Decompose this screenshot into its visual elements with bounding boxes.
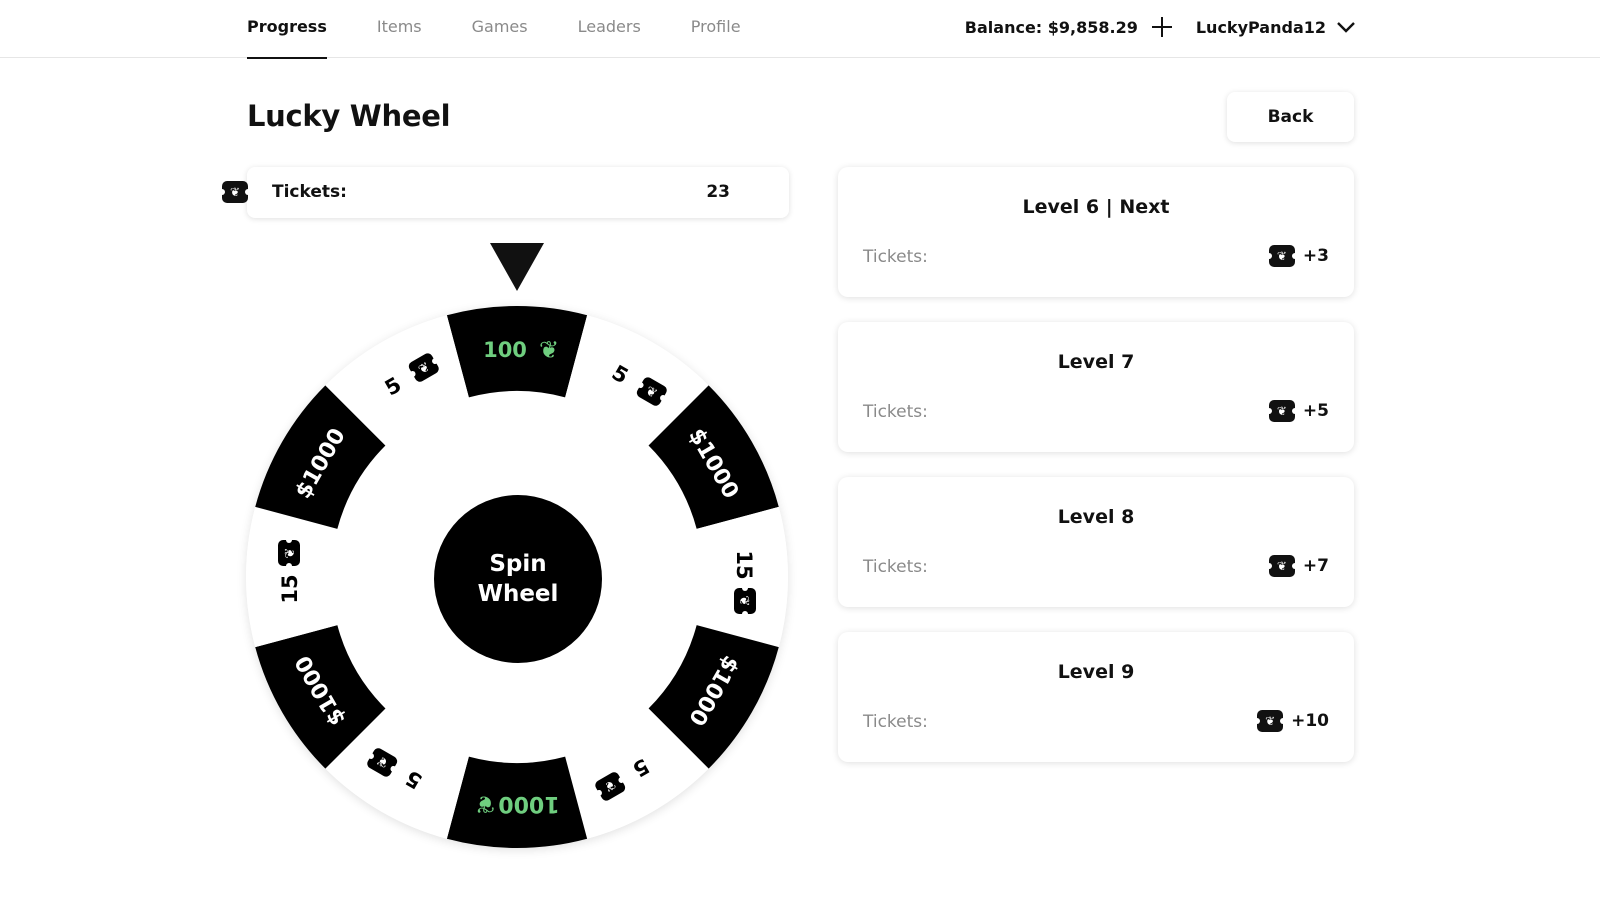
nav-profile[interactable]: Profile — [691, 0, 741, 58]
level-title: Level 6 | Next — [1022, 196, 1170, 218]
ticket-icon: ❦ — [734, 585, 756, 617]
username: LuckyPanda12 — [1195, 17, 1326, 37]
level-reward: ❦ +7 — [1265, 555, 1329, 577]
level-reward: ❦ +5 — [1265, 400, 1329, 422]
ticket-icon: ❦ — [1265, 245, 1298, 267]
level-reward-value: +5 — [1302, 401, 1329, 421]
ticket-icon: ❦ — [278, 537, 300, 569]
ticket-icon: ❦ — [1265, 555, 1298, 577]
level-reward: ❦ +10 — [1254, 710, 1329, 732]
leaf-icon: ❦ — [475, 790, 495, 818]
add-funds-plus-icon[interactable] — [1150, 15, 1174, 39]
ticket-icon: ❦ — [1265, 400, 1298, 422]
back-button[interactable]: Back — [1227, 92, 1354, 142]
level-reward-value: +10 — [1291, 711, 1329, 731]
level-reward-value: +3 — [1302, 246, 1329, 266]
svg-text:❦: ❦ — [283, 548, 298, 559]
nav-games[interactable]: Games — [472, 0, 528, 58]
wheel-segment-label-group: 100 ❦ — [483, 336, 559, 364]
wheel-segment-label-group: 1000❦ — [475, 790, 560, 818]
wheel-segment-label: 15 — [278, 574, 302, 603]
account-area: Balance: $9,858.29 LuckyPanda12 — [965, 0, 1356, 54]
spin-label-line2: Wheel — [477, 581, 559, 607]
top-nav-bar: Progress Items Games Leaders Profile Bal… — [0, 0, 1600, 59]
level-reward: ❦ +3 — [1265, 245, 1329, 267]
level-card: Level 6 | Next Tickets: ❦ +3 — [838, 167, 1354, 297]
tickets-summary: Tickets: 23 ❦ — [219, 167, 789, 218]
main-nav: Progress Items Games Leaders Profile — [247, 0, 791, 59]
page-title: Lucky Wheel — [247, 99, 451, 133]
spin-wheel-button[interactable]: Spin Wheel — [434, 495, 602, 663]
nav-leaders[interactable]: Leaders — [578, 0, 641, 58]
spin-label-line1: Spin — [489, 551, 547, 577]
level-tickets-label: Tickets: — [863, 712, 928, 732]
svg-text:❦: ❦ — [736, 596, 751, 607]
user-menu[interactable]: LuckyPanda12 — [1196, 18, 1356, 37]
wheel-segment-label: 100 — [483, 338, 527, 362]
level-tickets-label: Tickets: — [863, 247, 928, 267]
tickets-label: Tickets: — [272, 182, 347, 202]
nav-progress[interactable]: Progress — [247, 0, 327, 59]
leaf-icon: ❦ — [539, 336, 559, 364]
tickets-count: 23 — [706, 182, 730, 202]
chevron-down-icon — [1337, 22, 1355, 33]
level-reward-value: +7 — [1302, 556, 1329, 576]
level-card: Level 8 Tickets: ❦ +7 — [838, 477, 1354, 607]
ticket-icon: ❦ — [219, 181, 251, 203]
wheel-segment-label: 15 — [732, 550, 756, 579]
level-title: Level 7 — [1057, 351, 1135, 373]
wheel-pointer-icon — [490, 243, 544, 291]
level-card: Level 7 Tickets: ❦ +5 — [838, 322, 1354, 452]
level-tickets-label: Tickets: — [863, 402, 928, 422]
ticket-icon: ❦ — [1254, 710, 1287, 732]
level-card: Level 9 Tickets: ❦ +10 — [838, 632, 1354, 762]
wheel-segment-label: 1000 — [498, 791, 559, 816]
level-tickets-label: Tickets: — [863, 557, 928, 577]
level-title: Level 8 — [1057, 506, 1135, 528]
level-title: Level 9 — [1057, 661, 1135, 683]
balance-text: Balance: $9,858.29 — [964, 17, 1138, 37]
nav-items[interactable]: Items — [377, 0, 422, 58]
